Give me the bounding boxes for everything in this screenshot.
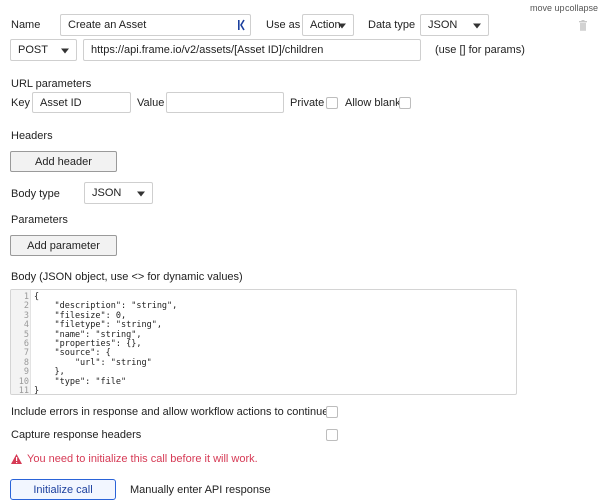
name-label: Name	[11, 19, 41, 31]
warning-text: You need to initialize this call before …	[27, 453, 258, 465]
body-type-label: Body type	[11, 188, 60, 200]
move-up-link[interactable]: move up	[530, 3, 565, 13]
chevron-down-icon	[61, 48, 69, 54]
data-type-label: Data type	[368, 19, 416, 31]
data-type-value: JSON	[428, 19, 458, 31]
private-label: Private	[290, 97, 325, 109]
data-type-dropdown[interactable]: JSON	[420, 14, 489, 36]
include-errors-label: Include errors in response and allow wor…	[11, 406, 329, 418]
line-number: 11	[18, 386, 29, 395]
headers-title: Headers	[11, 130, 53, 142]
key-input[interactable]: Asset ID	[32, 92, 131, 113]
trash-icon[interactable]	[578, 20, 588, 31]
value-label: Value	[137, 97, 165, 109]
name-value: Create an Asset	[68, 19, 147, 31]
key-value: Asset ID	[40, 96, 82, 109]
private-checkbox[interactable]	[326, 97, 338, 109]
code-line: }	[34, 386, 40, 395]
chevron-down-icon	[338, 23, 346, 29]
allow-blank-checkbox[interactable]	[399, 97, 411, 109]
body-editor[interactable]: 1 2 3 4 5 6 7 8 9 10 11 { "description":…	[10, 289, 517, 395]
value-input[interactable]	[166, 92, 284, 113]
capture-headers-label: Capture response headers	[11, 429, 142, 441]
collapse-link[interactable]: collapse	[565, 3, 598, 13]
use-as-dropdown[interactable]: Action	[302, 14, 354, 36]
warning-icon	[11, 454, 22, 464]
add-header-button[interactable]: Add header	[10, 151, 117, 172]
parameters-title: Parameters	[11, 214, 68, 226]
params-hint: (use [] for params)	[435, 44, 525, 56]
method-value: POST	[18, 44, 48, 56]
use-as-label: Use as	[266, 19, 301, 31]
url-input[interactable]: https://api.frame.io/v2/assets/[Asset ID…	[83, 39, 421, 61]
allow-blank-label: Allow blank	[345, 97, 401, 109]
code-line: "type": "file"	[34, 376, 127, 387]
body-type-value: JSON	[92, 187, 122, 199]
dynamic-data-icon[interactable]	[238, 19, 245, 31]
url-parameters-title: URL parameters	[11, 78, 92, 90]
add-parameter-button[interactable]: Add parameter	[10, 235, 117, 256]
body-label: Body (JSON object, use <> for dynamic va…	[11, 271, 243, 283]
chevron-down-icon	[473, 23, 481, 29]
url-value: https://api.frame.io/v2/assets/[Asset ID…	[91, 44, 324, 56]
initialize-call-button[interactable]: Initialize call	[10, 479, 116, 500]
name-input[interactable]: Create an Asset	[60, 14, 251, 36]
body-type-dropdown[interactable]: JSON	[84, 182, 153, 204]
use-as-value: Action	[310, 19, 341, 31]
line-gutter: 1 2 3 4 5 6 7 8 9 10 11	[11, 290, 31, 394]
chevron-down-icon	[137, 191, 145, 197]
include-errors-checkbox[interactable]	[326, 406, 338, 418]
manual-response-link[interactable]: Manually enter API response	[130, 484, 271, 496]
key-label: Key	[11, 97, 30, 109]
method-dropdown[interactable]: POST	[10, 39, 77, 61]
capture-headers-checkbox[interactable]	[326, 429, 338, 441]
